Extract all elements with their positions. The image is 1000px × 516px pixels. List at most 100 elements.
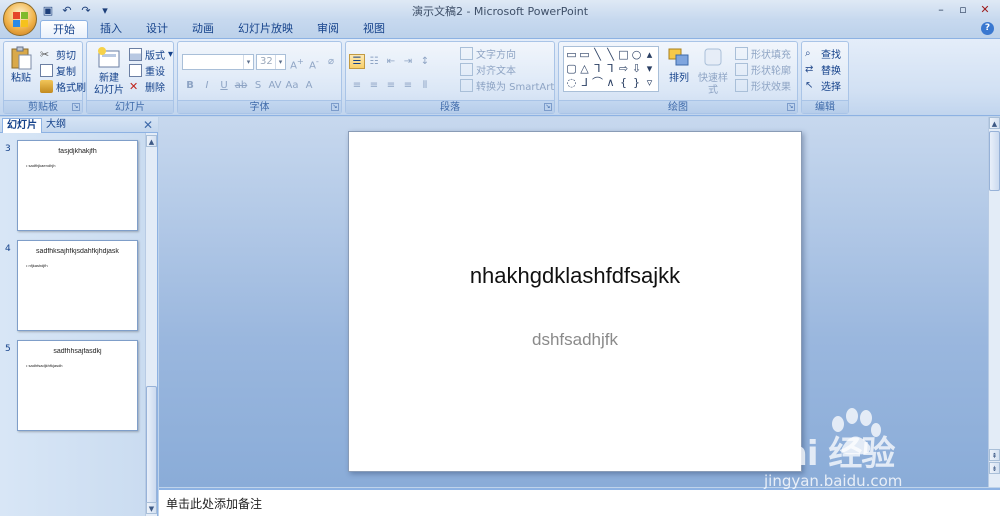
- format-painter-button[interactable]: 格式刷: [40, 79, 86, 94]
- drawing-launcher-icon[interactable]: ↘: [787, 103, 795, 111]
- new-slide-button[interactable]: 新建 幻灯片: [91, 46, 127, 97]
- rect-shape-icon[interactable]: □: [617, 48, 630, 62]
- workspace-scrollbar[interactable]: ▲ ⇞ ⇟: [988, 117, 1000, 487]
- shape-outline-button[interactable]: 形状轮廓: [735, 62, 791, 77]
- justify-icon[interactable]: ≡: [400, 78, 416, 93]
- font-size-box[interactable]: 32 ▾: [256, 54, 286, 70]
- scroll-up-icon[interactable]: ▲: [989, 117, 1000, 129]
- quick-styles-button[interactable]: 快速样式: [695, 46, 731, 97]
- tab-animations[interactable]: 动画: [180, 20, 226, 38]
- line2-shape-icon[interactable]: ╲: [604, 48, 617, 62]
- delete-slide-button[interactable]: ✕ 删除: [129, 79, 165, 94]
- maximize-button[interactable]: ▫: [952, 1, 974, 18]
- wave-shape-icon[interactable]: ∧: [604, 76, 617, 90]
- textbox-v-shape-icon[interactable]: ▭: [578, 48, 591, 62]
- line-shape-icon[interactable]: ╲: [591, 48, 604, 62]
- paste-button[interactable]: 粘贴: [8, 46, 34, 85]
- italic-icon[interactable]: I: [199, 78, 215, 93]
- shapes-gallery[interactable]: ▭ ▭ ╲ ╲ □ ○ ▴ ▢ △ ⅂ ⅂ ⇨ ⇩ ▾ ◌ ᒧ ⌒ ∧ { } …: [563, 46, 659, 92]
- tab-home[interactable]: 开始: [40, 20, 88, 38]
- line-spacing-icon[interactable]: ↕: [417, 54, 433, 69]
- brace-left-shape-icon[interactable]: {: [617, 76, 630, 90]
- change-case-icon[interactable]: Aa: [284, 78, 300, 93]
- freeform-shape-icon[interactable]: ᒧ: [578, 76, 591, 90]
- office-button[interactable]: [3, 2, 37, 36]
- slide-title[interactable]: nhakhgdklashfdfsajkk: [349, 263, 801, 289]
- minimize-button[interactable]: –: [930, 1, 952, 18]
- shapes-scroll-up-icon[interactable]: ▴: [643, 48, 656, 62]
- grow-font-icon[interactable]: A+: [289, 54, 305, 71]
- find-button[interactable]: ⌕ 查找: [805, 46, 841, 61]
- clipboard-launcher-icon[interactable]: ↘: [72, 103, 80, 111]
- scroll-thumb[interactable]: [989, 131, 1000, 191]
- arc-shape-icon[interactable]: ⌒: [591, 76, 604, 90]
- select-button[interactable]: ↖ 选择: [805, 78, 841, 93]
- strikethrough-icon[interactable]: ab: [233, 78, 249, 93]
- align-text-button[interactable]: 对齐文本: [460, 62, 516, 77]
- slides-pane-scrollbar[interactable]: ▲ ▼: [145, 133, 157, 516]
- slide-thumbnail-5[interactable]: sadfhhsajfasdkj • sadhfsadjkhfkjasdh: [17, 340, 138, 431]
- clear-format-icon[interactable]: ⌀: [323, 54, 339, 69]
- tab-review[interactable]: 审阅: [305, 20, 351, 38]
- cut-button[interactable]: ✂ 剪切: [40, 47, 76, 62]
- columns-icon[interactable]: ⫴: [417, 78, 433, 93]
- shapes-scroll-down-icon[interactable]: ▾: [643, 62, 656, 76]
- textbox-shape-icon[interactable]: ▭: [565, 48, 578, 62]
- copy-button[interactable]: 复制: [40, 63, 76, 78]
- char-spacing-icon[interactable]: AV: [267, 78, 283, 93]
- notes-pane[interactable]: 单击此处添加备注: [159, 488, 1000, 516]
- tab-design[interactable]: 设计: [134, 20, 180, 38]
- shape-fill-button[interactable]: 形状填充: [735, 46, 791, 61]
- reset-button[interactable]: 重设: [129, 63, 165, 78]
- align-right-icon[interactable]: ≡: [383, 78, 399, 93]
- tab-outline-pane[interactable]: 大纲: [42, 118, 70, 133]
- slide-thumbnail-4[interactable]: sadfhksajhfkjsdahfkjhdjask • nfjkashdjfh: [17, 240, 138, 331]
- text-direction-button[interactable]: 文字方向: [460, 46, 516, 61]
- brace-right-shape-icon[interactable]: }: [630, 76, 643, 90]
- slide-subtitle[interactable]: dshfsadhjfk: [349, 330, 801, 350]
- decrease-indent-icon[interactable]: ⇤: [383, 54, 399, 69]
- arrow-down-shape-icon[interactable]: ⇩: [630, 62, 643, 76]
- shadow-icon[interactable]: S: [250, 78, 266, 93]
- replace-button[interactable]: ⇄ 替换: [805, 62, 841, 77]
- slide-canvas[interactable]: nhakhgdklashfdfsajkk dshfsadhjfk: [348, 131, 802, 472]
- arrow-right-shape-icon[interactable]: ⇨: [617, 62, 630, 76]
- shapes-more-icon[interactable]: ▿: [643, 76, 656, 90]
- tab-slideshow[interactable]: 幻灯片放映: [226, 20, 305, 38]
- help-icon[interactable]: ?: [981, 22, 994, 35]
- shrink-font-icon[interactable]: A-: [306, 54, 322, 71]
- bold-icon[interactable]: B: [182, 78, 198, 93]
- next-slide-icon[interactable]: ⇟: [989, 462, 1000, 474]
- close-button[interactable]: ✕: [974, 1, 996, 18]
- curve-shape-icon[interactable]: ◌: [565, 76, 578, 90]
- elbow-shape-icon[interactable]: ⅂: [591, 62, 604, 76]
- pane-close-icon[interactable]: ✕: [143, 118, 153, 132]
- scroll-thumb[interactable]: [146, 386, 157, 506]
- scroll-up-icon[interactable]: ▲: [146, 135, 157, 147]
- underline-icon[interactable]: U: [216, 78, 232, 93]
- arrange-button[interactable]: 排列: [665, 46, 693, 85]
- align-center-icon[interactable]: ≡: [366, 78, 382, 93]
- numbering-icon[interactable]: ☷: [366, 54, 382, 69]
- font-name-dropdown-icon[interactable]: ▾: [243, 55, 253, 69]
- shape-effects-button[interactable]: 形状效果: [735, 78, 791, 93]
- font-color-icon[interactable]: A: [301, 78, 317, 93]
- paragraph-launcher-icon[interactable]: ↘: [544, 103, 552, 111]
- layout-button[interactable]: 版式 ▾: [129, 47, 173, 62]
- convert-smartart-button[interactable]: 转换为 SmartArt: [460, 78, 554, 93]
- slide-thumbnail-3[interactable]: fasjdjkhakjfh • sadfhjkaendhjh: [17, 140, 138, 231]
- align-left-icon[interactable]: ≡: [349, 78, 365, 93]
- triangle-shape-icon[interactable]: △: [578, 62, 591, 76]
- increase-indent-icon[interactable]: ⇥: [400, 54, 416, 69]
- roundrect-shape-icon[interactable]: ▢: [565, 62, 578, 76]
- font-name-box[interactable]: ▾: [182, 54, 254, 70]
- scroll-down-icon[interactable]: ▼: [146, 502, 157, 514]
- tab-view[interactable]: 视图: [351, 20, 397, 38]
- bullets-icon[interactable]: ☰: [349, 54, 365, 69]
- font-launcher-icon[interactable]: ↘: [331, 103, 339, 111]
- oval-shape-icon[interactable]: ○: [630, 48, 643, 62]
- notes-placeholder[interactable]: 单击此处添加备注: [166, 495, 262, 512]
- elbow2-shape-icon[interactable]: ⅂: [604, 62, 617, 76]
- prev-slide-icon[interactable]: ⇞: [989, 449, 1000, 461]
- tab-slides-pane[interactable]: 幻灯片: [2, 118, 42, 133]
